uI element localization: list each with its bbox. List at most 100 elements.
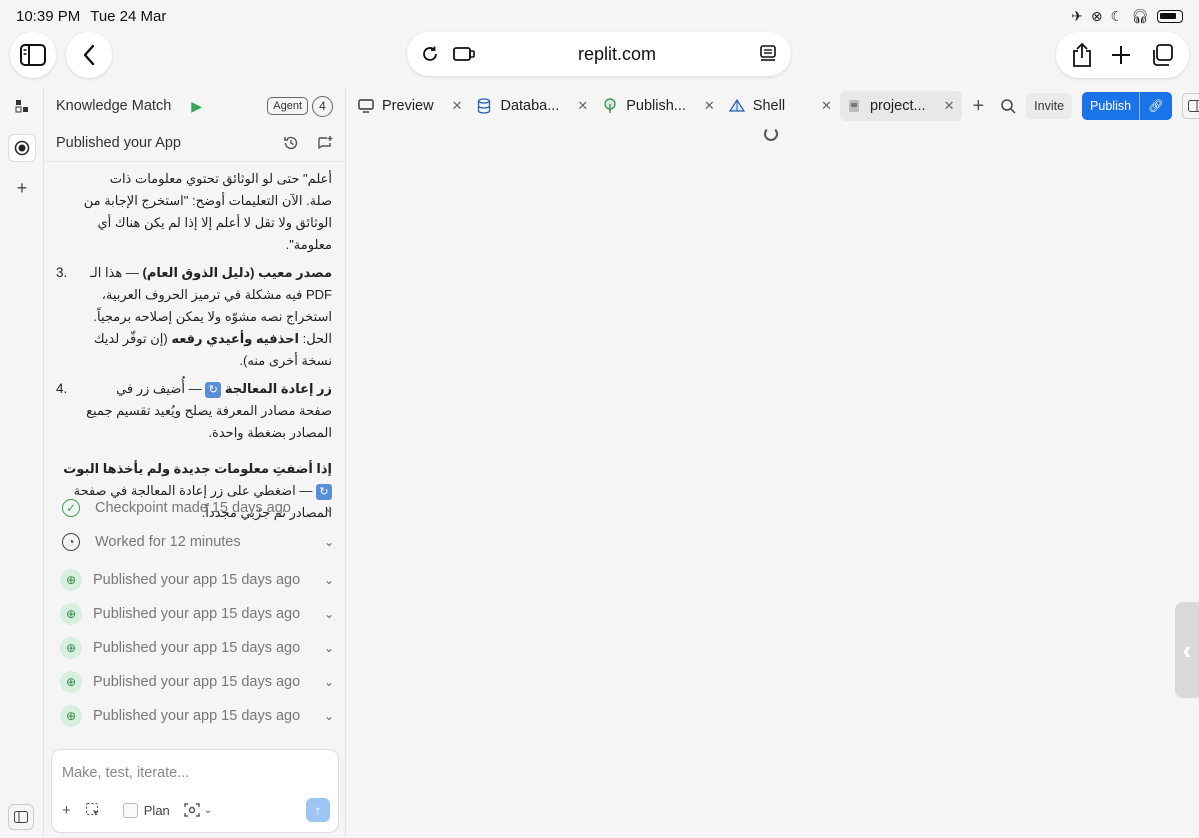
left-rail: + [0,88,44,838]
checkpoint-icon: ✓ [62,499,80,517]
chevron-down-icon[interactable]: ⌄ [324,607,334,621]
chevron-down-icon[interactable]: ⌄ [324,501,334,515]
event-item[interactable]: ⊕ Published your app 15 days ago ⌄ [44,699,346,733]
prompt-input[interactable] [62,760,330,786]
tab-label: project... [869,98,926,114]
workspace-tabs: Preview ✕ Databa... ✕ Publish... ✕ Shell ✕ proje… [346,88,1199,124]
publish-icon: ⊕ [60,569,82,591]
tab-publish[interactable]: Publish... ✕ [596,91,723,121]
database-icon [476,98,492,114]
tab-shell[interactable]: Shell ✕ [723,91,840,121]
message-text-top: أعلم" حتى لو الوثائق تحتوي معلومات ذات ص… [83,171,332,252]
publish-button[interactable]: Publish 🔗︎ [1082,92,1172,120]
event-item[interactable]: ⊕ Published your app 15 days ago ⌄ [44,631,346,665]
file-icon [846,98,862,114]
headphones-icon: 🎧︎ [1131,7,1149,24]
tabs-overview-icon[interactable] [1150,43,1174,67]
close-icon[interactable]: ✕ [577,98,588,114]
chat-subheader: Published your App [44,124,345,162]
sidebar-toggle-button[interactable] [10,32,56,78]
tab-project[interactable]: project... ✕ [839,91,963,121]
select-element-icon[interactable] [85,802,101,818]
event-item[interactable]: ⊕ Published your app 15 days ago ⌄ [44,665,346,699]
reload-icon[interactable] [421,45,439,63]
plan-checkbox[interactable] [122,802,138,818]
extension-icon[interactable] [453,45,475,63]
event-item[interactable]: ✓ Checkpoint made 15 days ago ⌄ [44,491,346,525]
status-date: Tue 24 Mar [90,7,167,25]
agent-chat-panel: Knowledge Match ▶ Agent 4 Published your… [44,88,346,838]
tab-preview[interactable]: Preview ✕ [352,91,470,121]
event-label: Checkpoint made 15 days ago [95,500,291,516]
attach-icon[interactable]: + [62,802,71,819]
address-bar[interactable]: replit.com [407,32,791,76]
event-item[interactable]: ⊕ Published your app 15 days ago ⌄ [44,563,346,597]
share-icon[interactable] [1071,42,1093,68]
panel-toggle-icon[interactable] [1181,93,1199,119]
event-item[interactable]: ⊕ Published your app 15 days ago ⌄ [44,597,346,631]
search-icon[interactable] [1000,98,1016,114]
publish-label: Publish [1090,99,1132,113]
browser-chrome: replit.com [0,32,1199,82]
status-time: 10:39 PM [16,7,81,25]
moon-icon: ☾ [1110,7,1124,24]
agent-count-badge[interactable]: 4 [312,95,333,117]
monitor-icon [358,98,374,114]
new-chat-icon[interactable] [317,135,333,151]
chevron-down-icon[interactable]: ⌄ [324,641,334,655]
tab-toolbar: + Invite Publish 🔗︎ [968,92,1199,120]
status-bar: 10:39 PM Tue 24 Mar ✈ ⊗ ☾ 🎧︎ [0,0,1199,32]
list-item: 4. زر إعادة المعالجة ↻ — أُضيف زر في صفح… [56,378,332,444]
layout-toggle-icon[interactable] [8,804,34,830]
agent-badge[interactable]: Agent [267,97,308,115]
chat-header: Knowledge Match ▶ Agent 4 [44,88,345,124]
history-icon[interactable] [283,135,299,151]
project-name[interactable]: Knowledge Match [56,98,171,114]
back-button[interactable] [66,32,112,78]
close-icon[interactable]: ✕ [704,98,715,114]
screenshot-icon [184,803,200,817]
run-icon[interactable]: ▶ [191,98,202,115]
chevron-down-icon[interactable]: ⌄ [324,709,334,723]
event-label: Published your app 15 days ago [93,572,301,588]
chevron-down-icon[interactable]: ⌄ [324,675,334,689]
tab-databa[interactable]: Databa... ✕ [470,91,596,121]
chevron-down-icon[interactable]: ⌄ [324,535,334,549]
item3-bold: مصدر معيب (دليل الذوق العام) [142,265,332,280]
airplane-icon: ✈ [1071,7,1083,24]
para-bold: إذا أضفتِ معلومات جديدة ولم يأخذها البوت [63,461,332,476]
publish-icon [602,98,618,114]
chevron-down-icon[interactable]: ⌄ [324,573,334,587]
close-icon[interactable]: ✕ [452,98,463,114]
invite-button[interactable]: Invite [1026,93,1073,119]
publish-icon: ⊕ [60,705,82,727]
new-tab-icon[interactable] [1110,44,1132,66]
add-icon[interactable]: + [8,174,36,202]
preview-pane: ‹ [346,124,1199,838]
event-label: Published your app 15 days ago [93,674,301,690]
list-number: 3. [56,265,68,280]
mode-dropdown[interactable]: ⌄ [184,802,212,818]
list-number: 4. [56,381,68,396]
timer-icon: ◔ [62,533,80,551]
close-icon[interactable]: ✕ [944,98,955,114]
publish-icon: ⊕ [60,603,82,625]
send-button[interactable]: ↑ [306,798,330,822]
reader-icon[interactable] [759,45,777,63]
add-tab-icon[interactable]: + [972,95,984,118]
event-item[interactable]: ◔ Worked for 12 minutes ⌄ [44,525,346,559]
message-paragraph: أعلم" حتى لو الوثائق تحتوي معلومات ذات ص… [56,168,332,256]
link-icon[interactable]: 🔗︎ [1139,92,1172,120]
agent-record-icon[interactable] [8,134,36,162]
side-handle[interactable]: ‹ [1175,602,1199,698]
close-icon[interactable]: ✕ [821,98,832,114]
tab-label: Preview [382,98,434,114]
browser-actions [1056,32,1189,78]
url-text[interactable]: replit.com [475,44,759,65]
link-icon: ⊗ [1090,7,1103,24]
workspace-icon[interactable] [8,92,36,120]
plan-toggle[interactable]: Plan [122,802,170,818]
chat-subtitle: Published your App [56,134,181,151]
tab-label: Databa... [500,98,560,114]
chevron-down-icon: ⌄ [203,804,213,816]
